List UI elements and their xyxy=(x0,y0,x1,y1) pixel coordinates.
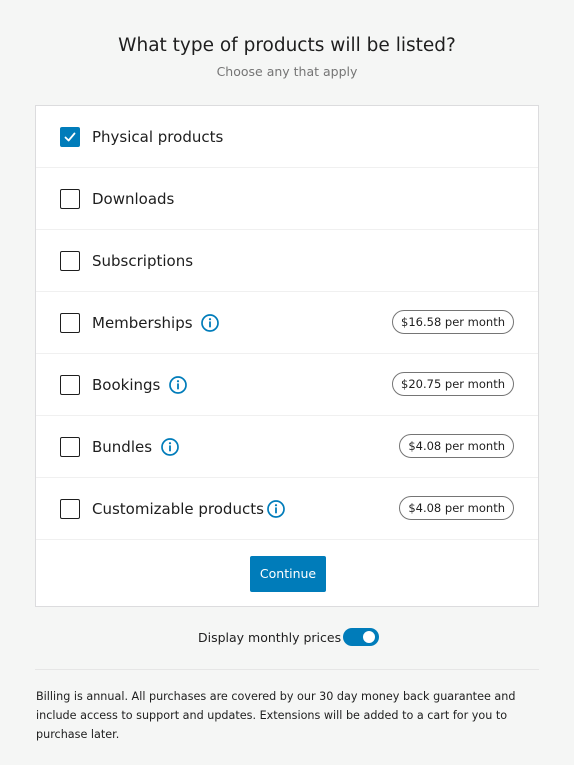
divider xyxy=(35,669,539,670)
display-monthly-prices-label: Display monthly prices xyxy=(198,630,342,645)
info-icon[interactable] xyxy=(200,313,220,333)
bundles-price-badge: $4.08 per month xyxy=(399,434,514,458)
option-subscriptions[interactable]: Subscriptions xyxy=(36,230,538,292)
info-icon[interactable] xyxy=(266,499,286,519)
option-memberships[interactable]: Memberships $16.58 per month xyxy=(36,292,538,354)
subscriptions-checkbox[interactable] xyxy=(60,251,80,271)
option-bundles[interactable]: Bundles $4.08 per month xyxy=(36,416,538,478)
memberships-checkbox[interactable] xyxy=(60,313,80,333)
bookings-checkbox[interactable] xyxy=(60,375,80,395)
physical-products-checkbox[interactable] xyxy=(60,127,80,147)
toggle-knob xyxy=(363,631,375,643)
page-title: What type of products will be listed? xyxy=(118,35,456,56)
customizable-products-price-badge: $4.08 per month xyxy=(399,496,514,520)
option-label: Physical products xyxy=(92,128,224,146)
checkmark-icon xyxy=(64,132,76,142)
display-monthly-prices-toggle[interactable] xyxy=(343,628,379,646)
page-subtitle: Choose any that apply xyxy=(216,64,358,79)
option-bookings[interactable]: Bookings $20.75 per month xyxy=(36,354,538,416)
info-icon[interactable] xyxy=(160,437,180,457)
bundles-checkbox[interactable] xyxy=(60,437,80,457)
option-customizable-products[interactable]: Customizable products $4.08 per month xyxy=(36,478,538,540)
option-label: Memberships xyxy=(92,314,193,332)
continue-button[interactable]: Continue xyxy=(250,556,326,592)
billing-note: Billing is annual. All purchases are cov… xyxy=(36,690,516,741)
memberships-price-badge: $16.58 per month xyxy=(392,310,514,334)
bookings-price-badge: $20.75 per month xyxy=(392,372,514,396)
info-icon[interactable] xyxy=(168,375,188,395)
customizable-products-checkbox[interactable] xyxy=(60,499,80,519)
option-label: Bundles xyxy=(92,438,153,456)
option-label: Customizable products xyxy=(92,500,264,518)
option-label: Downloads xyxy=(92,190,175,208)
option-label: Bookings xyxy=(92,376,161,394)
downloads-checkbox[interactable] xyxy=(60,189,80,209)
option-physical-products[interactable]: Physical products xyxy=(36,106,538,168)
option-downloads[interactable]: Downloads xyxy=(36,168,538,230)
option-label: Subscriptions xyxy=(92,252,194,270)
product-types-card: Physical products Downloads Subscription… xyxy=(35,105,539,607)
